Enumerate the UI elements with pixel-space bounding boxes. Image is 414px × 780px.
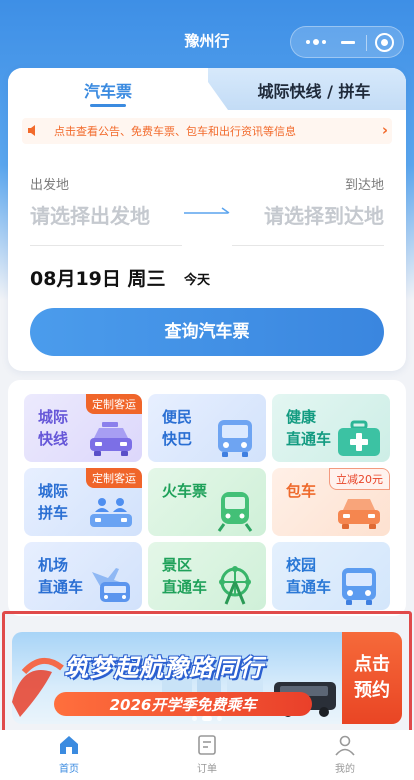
service-label: 城际 拼车 xyxy=(38,482,69,522)
taxi-icon xyxy=(90,422,132,456)
departure-select[interactable]: 请选择出发地 xyxy=(30,200,150,229)
departure-underline xyxy=(30,245,182,246)
service-badge: 定制客运 xyxy=(86,468,142,488)
service-label: 景区 直通车 xyxy=(162,556,208,596)
train-icon xyxy=(217,492,253,532)
departure-label: 出发地 xyxy=(30,178,70,193)
speaker-icon xyxy=(28,125,35,136)
service-label: 城际 快线 xyxy=(38,408,69,448)
tabbar-label: 我的 xyxy=(335,764,355,775)
airport-bus-icon xyxy=(92,568,130,602)
service-label: 包车 xyxy=(286,482,317,500)
more-dots-icon[interactable] xyxy=(303,33,329,51)
target-close-icon[interactable] xyxy=(375,33,394,52)
service-convenience-bus[interactable]: 便民 快巴 xyxy=(148,394,266,462)
carpool-icon xyxy=(90,498,132,527)
bottom-tab-bar: 首页 订单 我的 xyxy=(0,730,414,780)
service-label: 校园 直通车 xyxy=(286,556,332,596)
arrival-underline xyxy=(232,245,384,246)
home-icon xyxy=(60,736,78,754)
service-badge: 立减20元 xyxy=(329,468,390,490)
service-label: 机场 直通车 xyxy=(38,556,84,596)
medical-kit-icon xyxy=(338,420,380,456)
tab-bus-ticket[interactable]: 汽车票 xyxy=(8,78,208,102)
service-train-ticket[interactable]: 火车票 xyxy=(148,468,266,536)
service-charter[interactable]: 包车 立减20元 xyxy=(272,468,390,536)
ticket-search-card: 汽车票 城际快线 / 拼车 点击查看公告、免费车票、包车和出行资讯等信息 › 出… xyxy=(8,68,406,371)
service-intercity-express[interactable]: 城际 快线 定制客运 xyxy=(24,394,142,462)
minimize-icon[interactable] xyxy=(341,41,355,44)
service-badge: 定制客运 xyxy=(86,394,142,414)
car-icon xyxy=(338,499,380,529)
services-grid: 城际 快线 定制客运 便民 快巴 健康 直通车 城际 拼车 定制客运 火车票 包… xyxy=(8,380,406,616)
departure-date[interactable]: 08月19日 周三 xyxy=(30,264,166,291)
bus-icon xyxy=(218,420,252,457)
tabbar-home[interactable]: 首页 xyxy=(19,734,119,780)
school-bus-icon xyxy=(342,568,376,605)
banner-title: 筑梦起航豫路同行 xyxy=(64,654,264,682)
service-label: 便民 快巴 xyxy=(162,408,193,448)
arrival-label: 到达地 xyxy=(344,178,384,193)
tabbar-mine[interactable]: 我的 xyxy=(295,734,395,780)
notice-text: 点击查看公告、免费车票、包车和出行资讯等信息 xyxy=(54,125,296,138)
book-now-label: 点击 预约 xyxy=(354,654,390,701)
mini-program-capsule xyxy=(290,26,404,58)
date-today-tag: 今天 xyxy=(184,273,211,288)
service-health-shuttle[interactable]: 健康 直通车 xyxy=(272,394,390,462)
chevron-right-icon: › xyxy=(381,121,388,139)
banner-pagination xyxy=(192,716,222,721)
tabbar-orders[interactable]: 订单 xyxy=(157,734,257,780)
service-scenic-shuttle[interactable]: 景区 直通车 xyxy=(148,542,266,610)
tabbar-label: 首页 xyxy=(59,764,79,775)
query-bus-ticket-button[interactable]: 查询汽车票 xyxy=(30,308,384,356)
promo-banner[interactable]: 筑梦起航豫路同行 2026开学季免费乘车 点击 预约 xyxy=(12,632,402,724)
service-label: 火车票 xyxy=(162,482,208,500)
navigation-bar: 豫州行 xyxy=(0,0,414,64)
service-intercity-carpool[interactable]: 城际 拼车 定制客运 xyxy=(24,468,142,536)
capsule-divider xyxy=(366,35,367,51)
notice-bar[interactable]: 点击查看公告、免费车票、包车和出行资讯等信息 › xyxy=(22,118,392,144)
service-airport-shuttle[interactable]: 机场 直通车 xyxy=(24,542,142,610)
service-campus-shuttle[interactable]: 校园 直通车 xyxy=(272,542,390,610)
tab-active-indicator xyxy=(90,104,126,107)
ferris-wheel-icon xyxy=(219,566,251,605)
order-icon xyxy=(198,735,216,755)
tabbar-label: 订单 xyxy=(197,764,217,775)
book-now-button[interactable]: 点击 预约 xyxy=(342,632,402,724)
service-label: 健康 直通车 xyxy=(286,408,332,448)
tab-intercity-carpool[interactable]: 城际快线 / 拼车 xyxy=(222,78,406,102)
banner-subtitle: 2026开学季免费乘车 xyxy=(109,696,257,714)
swap-arrow-icon[interactable] xyxy=(182,206,232,220)
arrival-select[interactable]: 请选择到达地 xyxy=(264,200,384,229)
user-icon xyxy=(335,735,355,756)
